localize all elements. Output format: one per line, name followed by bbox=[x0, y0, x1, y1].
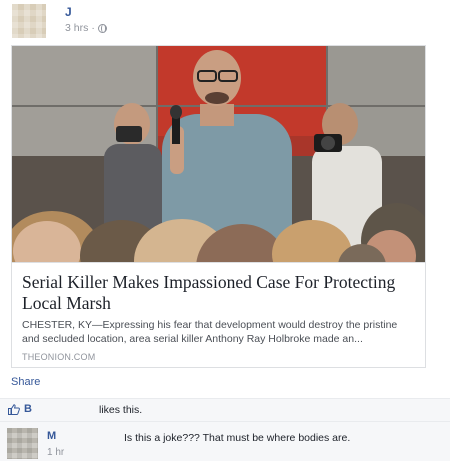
post-author-name[interactable]: J bbox=[65, 5, 72, 19]
author-avatar[interactable] bbox=[12, 4, 46, 38]
liker-name[interactable]: B bbox=[24, 403, 32, 415]
share-button[interactable]: Share bbox=[11, 376, 40, 388]
article-summary: CHESTER, KY—Expressing his fear that dev… bbox=[22, 319, 398, 345]
comment: M 1 hr Is this a joke??? That must be wh… bbox=[0, 421, 450, 461]
meta-separator: · bbox=[91, 22, 95, 34]
link-preview-text[interactable]: Serial Killer Makes Impassioned Case For… bbox=[12, 262, 425, 367]
shared-link-card[interactable]: Serial Killer Makes Impassioned Case For… bbox=[11, 45, 426, 368]
likes-text: likes this. bbox=[99, 404, 143, 416]
comment-text: Is this a joke??? That must be where bod… bbox=[124, 432, 351, 444]
photo-illustration bbox=[12, 46, 425, 262]
post-timestamp[interactable]: 3 hrs bbox=[65, 22, 88, 34]
article-headline[interactable]: Serial Killer Makes Impassioned Case For… bbox=[22, 272, 417, 314]
globe-icon[interactable] bbox=[97, 23, 107, 33]
likes-summary: B likes this. bbox=[0, 398, 450, 421]
comment-timestamp[interactable]: 1 hr bbox=[47, 447, 64, 458]
article-photo[interactable] bbox=[12, 46, 425, 262]
thumbs-up-icon[interactable] bbox=[8, 404, 20, 415]
post-meta: 3 hrs · bbox=[65, 22, 107, 34]
commenter-name[interactable]: M bbox=[47, 430, 56, 442]
commenter-avatar[interactable] bbox=[7, 428, 38, 459]
post-header: J 3 hrs · bbox=[12, 2, 432, 40]
article-domain: THEONION.COM bbox=[22, 352, 96, 362]
